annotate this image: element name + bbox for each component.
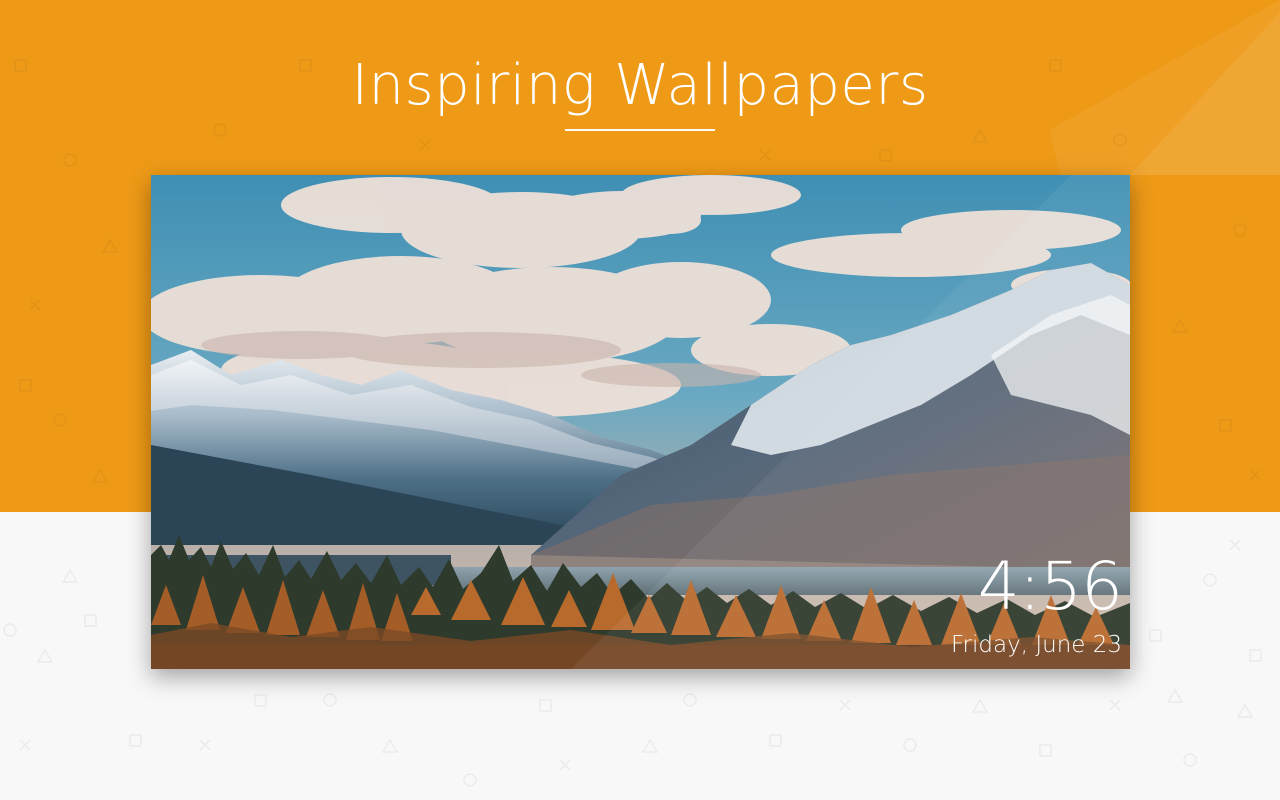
lock-screen-date: Friday, June 23	[951, 632, 1122, 658]
title-underline	[565, 129, 715, 131]
page-title: Inspiring Wallpapers	[351, 53, 929, 118]
lock-screen-time: 4:56	[977, 548, 1123, 625]
lock-screen-preview: 4:56 Friday, June 23	[151, 175, 1130, 669]
promo-page: Inspiring Wallpapers 4:56 Friday, June 2…	[0, 0, 1280, 800]
